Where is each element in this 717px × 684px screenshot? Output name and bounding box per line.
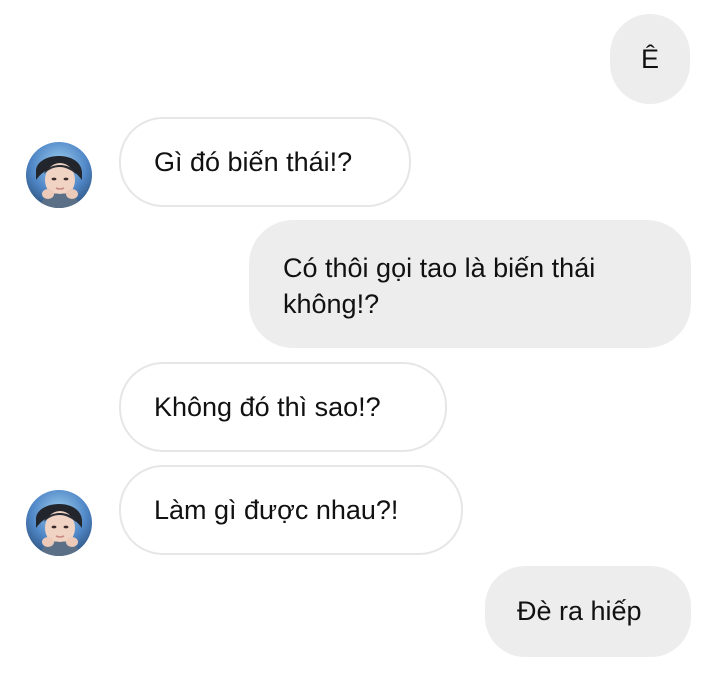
sent-message-bubble[interactable]: Ê bbox=[610, 14, 690, 104]
message-text: Đè ra hiếp bbox=[517, 596, 642, 626]
received-message-bubble[interactable]: Làm gì được nhau?! bbox=[119, 465, 463, 555]
message-text: Gì đó biến thái!? bbox=[154, 147, 353, 177]
received-message-bubble[interactable]: Không đó thì sao!? bbox=[119, 362, 447, 452]
message-text: Ê bbox=[640, 44, 659, 74]
sent-message-bubble[interactable]: Đè ra hiếp bbox=[485, 566, 691, 657]
contact-avatar-icon[interactable] bbox=[26, 142, 92, 208]
message-text-line: không!? bbox=[283, 289, 380, 319]
message-text: Không đó thì sao!? bbox=[154, 392, 381, 422]
message-text: Làm gì được nhau?! bbox=[154, 495, 399, 525]
sent-message-bubble[interactable]: Có thôi gọi tao là biến thái không!? bbox=[249, 220, 691, 348]
message-text-line: Có thôi gọi tao là biến thái bbox=[283, 253, 596, 283]
received-message-bubble[interactable]: Gì đó biến thái!? bbox=[119, 117, 411, 207]
contact-avatar-icon[interactable] bbox=[26, 490, 92, 556]
chat-screen: { "conversation": { "messages": [ { "sen… bbox=[0, 0, 717, 684]
